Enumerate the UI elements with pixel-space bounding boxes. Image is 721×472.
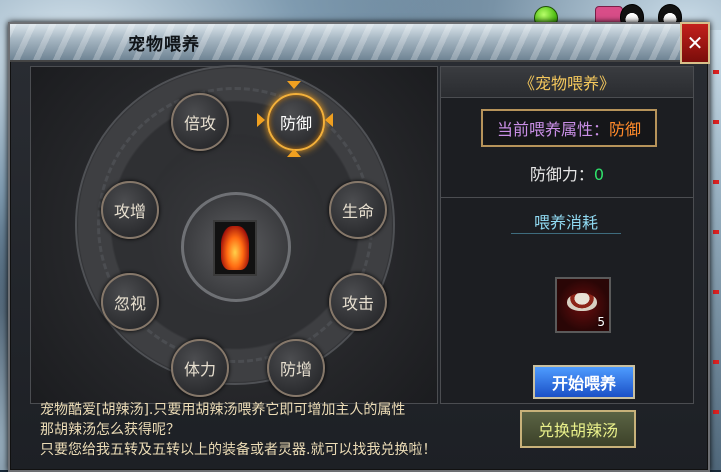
description-line: 那胡辣汤怎么获得呢？ — [40, 422, 180, 438]
item-count: 5 — [597, 315, 605, 329]
window-title: 宠物喂养 — [128, 35, 200, 55]
info-panel: 《宠物喂养》 当前喂养属性： 防御 防御力：0 喂养消耗 5 开始喂养 — [440, 66, 694, 404]
node-fangzeng[interactable]: 防增 — [267, 339, 325, 397]
node-fangyu[interactable]: 防御 — [267, 93, 325, 151]
flame-pet-icon — [221, 226, 249, 270]
soup-bowl-icon — [567, 293, 597, 311]
exchange-soup-button[interactable]: 兑换胡辣汤 — [520, 410, 636, 448]
node-hushi[interactable]: 忽视 — [101, 273, 159, 331]
description-line: 只要您给我五转及五转以上的装备或者灵器.就可以找我兑换啦！ — [40, 442, 437, 458]
selection-arrow-icon — [325, 113, 333, 127]
soup-item-slot[interactable]: 5 — [555, 277, 611, 333]
current-attribute-box: 当前喂养属性： 防御 — [481, 109, 657, 147]
title-bar: 宠物喂养 ✕ — [10, 22, 710, 64]
defense-value: 0 — [593, 165, 605, 184]
description-line: 宠物酷爱[胡辣汤].只要用胡辣汤喂养它即可增加主人的属性 — [40, 402, 406, 418]
pet-portrait — [213, 220, 257, 276]
close-button[interactable]: ✕ — [680, 22, 710, 64]
selection-arrow-icon — [287, 149, 301, 157]
start-feeding-button[interactable]: 开始喂养 — [533, 365, 635, 399]
attribute-wheel: 倍攻 防御 攻增 生命 忽视 攻击 体力 防增 — [30, 65, 438, 404]
attr-label: 当前喂养属性： — [496, 120, 609, 139]
node-gongzeng[interactable]: 攻增 — [101, 181, 159, 239]
defense-line: 防御力：0 — [441, 161, 693, 185]
selection-arrow-icon — [287, 81, 301, 89]
cost-title: 喂养消耗 — [511, 209, 621, 234]
divider — [441, 197, 693, 198]
selection-arrow-icon — [257, 113, 265, 127]
node-tili[interactable]: 体力 — [171, 339, 229, 397]
defense-label: 防御力： — [529, 165, 594, 184]
node-gongji[interactable]: 攻击 — [329, 273, 387, 331]
pet-feeding-dialog: 宠物喂养 ✕ 倍攻 防御 攻增 生命 忽视 攻击 体力 防增 《宠物喂养》 当前… — [8, 22, 710, 472]
attr-value: 防御 — [609, 120, 642, 139]
node-beigong[interactable]: 倍攻 — [171, 93, 229, 151]
info-header: 《宠物喂养》 — [441, 67, 693, 98]
node-shengming[interactable]: 生命 — [329, 181, 387, 239]
description: 宠物酷爱[胡辣汤].只要用胡辣汤喂养它即可增加主人的属性 那胡辣汤怎么获得呢？ … — [40, 400, 510, 460]
